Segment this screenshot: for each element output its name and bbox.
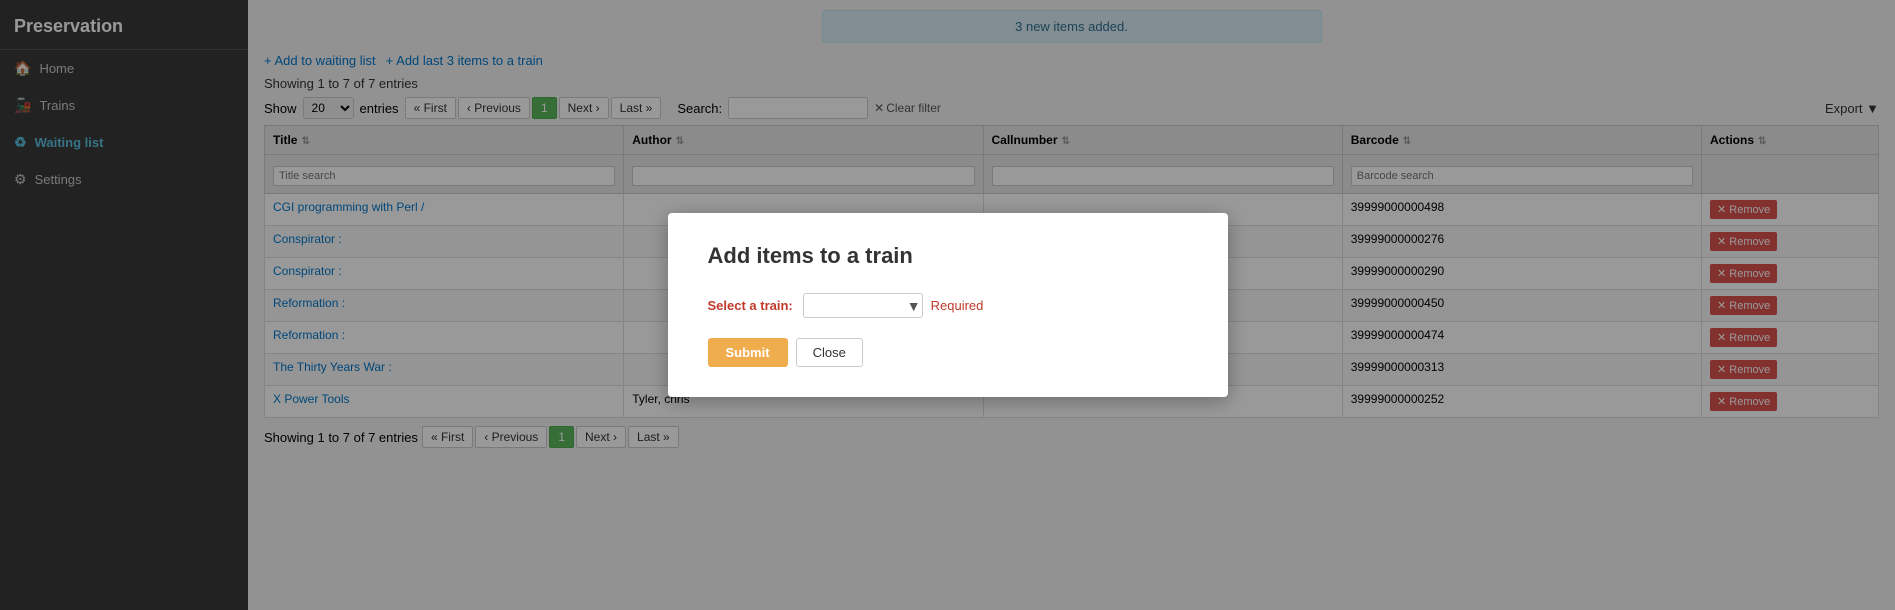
modal-form-row: Select a train: ▼ Required bbox=[708, 293, 1188, 318]
required-label: Required bbox=[931, 298, 984, 313]
close-button[interactable]: Close bbox=[796, 338, 863, 367]
modal-buttons: Submit Close bbox=[708, 338, 1188, 367]
select-wrapper: ▼ bbox=[803, 293, 921, 318]
select-train-label: Select a train: bbox=[708, 298, 793, 313]
add-items-modal: Add items to a train Select a train: ▼ R… bbox=[668, 213, 1228, 397]
modal-title: Add items to a train bbox=[708, 243, 1188, 269]
train-select[interactable] bbox=[803, 293, 923, 318]
submit-button[interactable]: Submit bbox=[708, 338, 788, 367]
modal-overlay: Add items to a train Select a train: ▼ R… bbox=[0, 0, 1895, 610]
